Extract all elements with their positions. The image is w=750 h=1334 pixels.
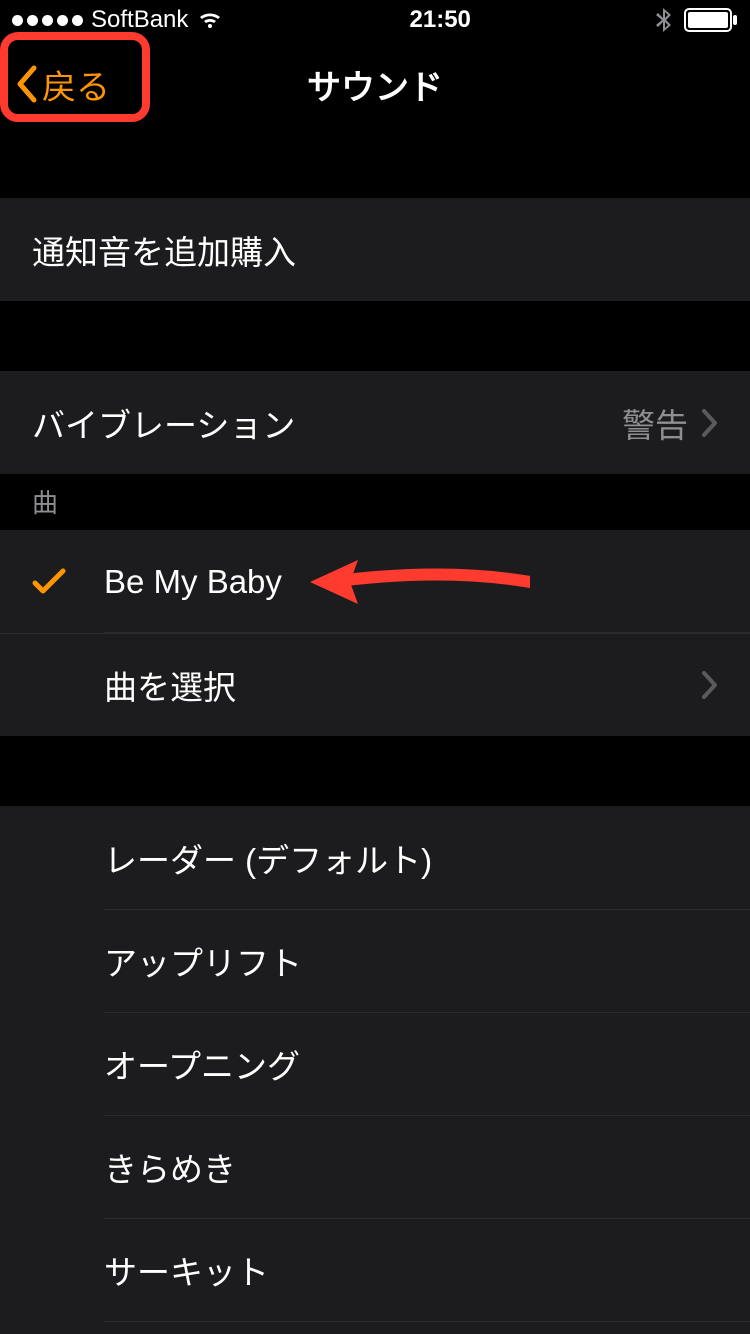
- pick-song-label: 曲を選択: [104, 661, 700, 709]
- tones-list: レーダー (デフォルト) アップリフト オープニング きらめき サーキット さざ…: [0, 806, 750, 1334]
- status-right: [656, 7, 738, 33]
- selected-song-label: Be My Baby: [104, 563, 718, 601]
- spacer: [0, 736, 750, 806]
- spacer: [0, 128, 750, 198]
- status-left: SoftBank: [12, 6, 224, 34]
- buy-tones-row[interactable]: 通知音を追加購入: [0, 198, 750, 301]
- battery-icon: [684, 8, 738, 32]
- tone-row[interactable]: アップリフト: [0, 909, 750, 1012]
- tone-row[interactable]: レーダー (デフォルト): [0, 806, 750, 909]
- pick-song-row[interactable]: 曲を選択: [0, 633, 750, 736]
- signal-strength-icon: [12, 15, 83, 26]
- selected-song-row[interactable]: Be My Baby: [0, 530, 750, 633]
- tone-row[interactable]: さざ波: [0, 1321, 750, 1334]
- carrier-label: SoftBank: [91, 6, 188, 34]
- tone-label: レーダー (デフォルト): [32, 834, 718, 882]
- clock-label: 21:50: [410, 6, 471, 34]
- wifi-icon: [196, 9, 224, 31]
- tone-label: サーキット: [32, 1246, 718, 1294]
- tone-label: きらめき: [32, 1143, 718, 1191]
- vibration-label: バイブレーション: [32, 399, 622, 447]
- vibration-row[interactable]: バイブレーション 警告: [0, 371, 750, 474]
- spacer: [0, 301, 750, 371]
- tone-row[interactable]: きらめき: [0, 1115, 750, 1218]
- chevron-right-icon: [700, 670, 718, 700]
- bluetooth-icon: [656, 7, 672, 33]
- buy-tones-label: 通知音を追加購入: [32, 226, 718, 274]
- status-bar: SoftBank 21:50: [0, 0, 750, 40]
- tone-row[interactable]: オープニング: [0, 1012, 750, 1115]
- vibration-value: 警告: [622, 399, 688, 447]
- nav-bar: 戻る サウンド: [0, 40, 750, 128]
- chevron-right-icon: [700, 408, 718, 438]
- songs-section-header-label: 曲: [32, 483, 58, 520]
- tone-row[interactable]: サーキット: [0, 1218, 750, 1321]
- songs-section-header: 曲: [0, 474, 750, 530]
- tone-label: アップリフト: [32, 937, 718, 985]
- checkmark-icon: [32, 568, 104, 596]
- page-title: サウンド: [0, 60, 750, 109]
- tone-label: オープニング: [32, 1040, 718, 1088]
